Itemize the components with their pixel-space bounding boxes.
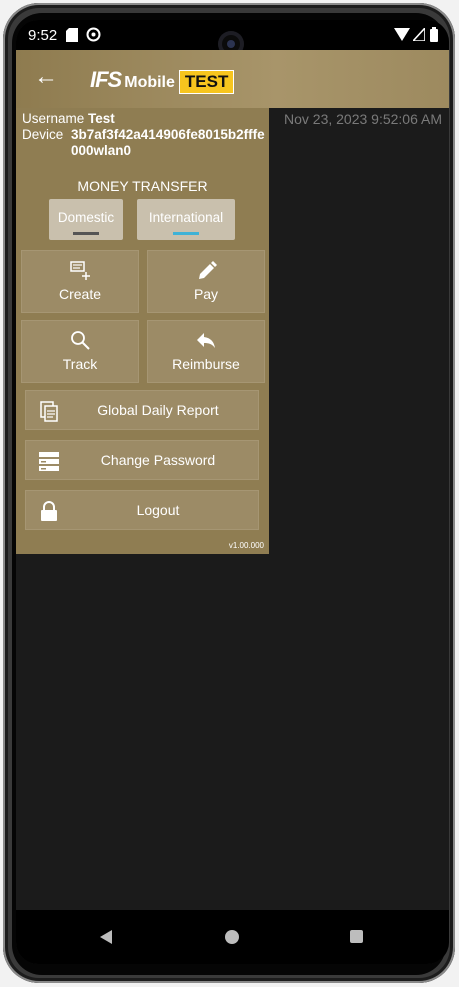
wifi-icon: [394, 28, 410, 41]
create-icon: [70, 261, 90, 280]
device-label: Device: [22, 127, 64, 142]
timestamp: Nov 23, 2023 9:52:06 AM: [284, 111, 442, 127]
report-icon: [40, 401, 58, 422]
sync-icon: [86, 27, 101, 42]
status-time: 9:52: [28, 27, 58, 44]
create-button[interactable]: Create: [21, 250, 139, 313]
logo-mobile: Mobile: [124, 74, 175, 91]
username-label: Username: [22, 111, 85, 126]
navigation-bar: [16, 910, 449, 964]
tab-domestic[interactable]: Domestic: [49, 199, 123, 240]
nav-home-icon[interactable]: [225, 930, 239, 944]
tab-domestic-indicator: [73, 232, 99, 235]
back-arrow-icon[interactable]: ←: [34, 64, 58, 90]
nav-recent-apps-icon[interactable]: [350, 930, 363, 943]
logout-label: Logout: [136, 502, 180, 518]
pay-button[interactable]: Pay: [147, 250, 265, 313]
track-button[interactable]: Track: [21, 320, 139, 383]
signal-icon: [413, 28, 425, 41]
tab-domestic-label: Domestic: [57, 210, 115, 225]
global-daily-report-button[interactable]: Global Daily Report: [25, 390, 259, 430]
device-value: 3b7af3f42a414906fe8015b2fffe000wlan0: [71, 127, 265, 158]
reply-icon: [197, 333, 215, 348]
tab-international-label: International: [148, 210, 224, 225]
search-icon: [71, 331, 90, 350]
tab-international-indicator: [173, 232, 199, 235]
pay-icon: [199, 261, 217, 279]
sd-card-icon: [66, 28, 78, 42]
logo-test-badge: TEST: [178, 70, 235, 94]
reimburse-button[interactable]: Reimburse: [147, 320, 265, 383]
lock-icon: [41, 501, 57, 521]
side-panel: Username Test Device 3b7af3f42a414906fe8…: [16, 108, 269, 554]
change-password-button[interactable]: Change Password: [25, 440, 259, 480]
app-logo: IFS Mobile TEST: [90, 67, 235, 94]
username-value: Test: [88, 111, 115, 126]
version-label: v1.00.000: [228, 541, 264, 550]
pay-label: Pay: [193, 286, 219, 302]
create-label: Create: [58, 286, 102, 302]
logo-ifs: IFS: [90, 67, 122, 92]
change-password-label: Change Password: [100, 452, 216, 468]
tab-international[interactable]: International: [137, 199, 235, 240]
global-daily-report-label: Global Daily Report: [97, 402, 219, 418]
money-transfer-title: MONEY TRANSFER: [77, 178, 208, 194]
track-label: Track: [62, 356, 98, 372]
battery-icon: [430, 27, 438, 42]
reimburse-label: Reimburse: [172, 356, 240, 372]
app-bar: ← IFS Mobile TEST: [16, 50, 449, 108]
logout-button[interactable]: Logout: [25, 490, 259, 530]
password-icon: [39, 452, 59, 471]
nav-back-icon[interactable]: [100, 930, 112, 944]
screen: 9:52 ← IFS Mobile TEST Nov 23, 2023 9:52:0…: [16, 20, 449, 964]
